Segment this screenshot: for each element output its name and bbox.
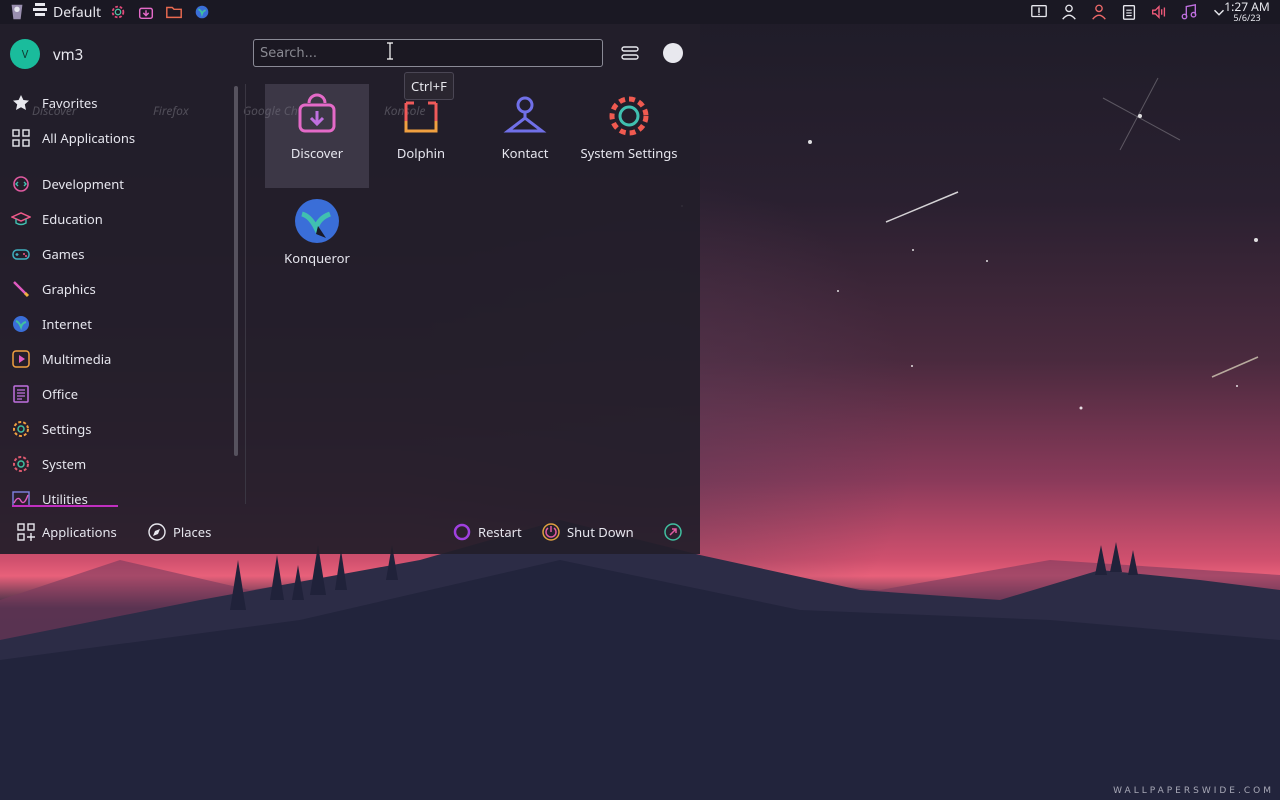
sidebar-item-settings[interactable]: Settings: [10, 416, 225, 442]
tab-applications-label: Applications: [42, 523, 117, 541]
selection-indicator: [12, 505, 118, 507]
username: vm3: [53, 45, 84, 65]
system-tray: [1028, 0, 1230, 24]
settings-gear-icon: [10, 418, 32, 440]
kontact-icon: [499, 90, 551, 142]
system-gear-icon: [10, 453, 32, 475]
konqueror-globe-icon[interactable]: [191, 1, 213, 23]
user-account-icon[interactable]: [1088, 1, 1110, 23]
kde-logo-icon[interactable]: [6, 1, 28, 23]
power-icon: [542, 523, 560, 541]
app-label: Dolphin: [396, 144, 446, 162]
sidebar-item-label: System: [42, 455, 87, 473]
sidebar-item-multimedia[interactable]: Multimedia: [10, 346, 225, 372]
multimedia-play-icon: [10, 348, 32, 370]
dolphin-folder-icon[interactable]: [163, 1, 185, 23]
wallpaper-watermark: WALLPAPERSWIDE.COM: [1113, 786, 1274, 796]
globe-icon: [10, 313, 32, 335]
sidebar-item-label: Multimedia: [42, 350, 112, 368]
sidebar-item-all-applications[interactable]: All Applications: [10, 125, 225, 151]
restart-label: Restart: [478, 523, 522, 541]
category-sidebar: Favorites All Applications Development E…: [0, 84, 230, 508]
shutdown-button[interactable]: Shut Down: [541, 520, 634, 544]
app-tile-kontact[interactable]: Kontact: [473, 84, 577, 162]
sidebar-scrollbar[interactable]: [234, 86, 238, 456]
sidebar-item-graphics[interactable]: Graphics: [10, 276, 225, 302]
avatar[interactable]: V: [10, 39, 40, 69]
app-tile-dolphin[interactable]: Dolphin: [369, 84, 473, 162]
restart-button[interactable]: Restart: [452, 520, 522, 544]
tab-places[interactable]: Places: [147, 520, 211, 544]
sidebar-item-label: All Applications: [42, 129, 136, 147]
app-tile-system-settings[interactable]: System Settings: [577, 84, 681, 162]
sidebar-item-label: Favorites: [42, 94, 98, 112]
app-tile-discover[interactable]: Discover: [265, 84, 369, 188]
app-label: Discover: [290, 144, 344, 162]
sidebar-item-development[interactable]: Development: [10, 171, 225, 197]
sidebar-item-favorites[interactable]: Favorites: [10, 90, 225, 116]
sidebar-item-system[interactable]: System: [10, 451, 225, 477]
sidebar-item-internet[interactable]: Internet: [10, 311, 225, 337]
sidebar-item-label: Education: [42, 210, 103, 228]
office-document-icon: [10, 383, 32, 405]
education-icon: [10, 208, 32, 230]
sidebar-divider: [245, 84, 246, 504]
app-label: System Settings: [580, 144, 678, 162]
filter-settings-icon[interactable]: [619, 42, 641, 64]
star-icon: [10, 92, 32, 114]
graphics-brush-icon: [10, 278, 32, 300]
activity-label: Default: [53, 2, 102, 22]
applications-grid-icon: [17, 523, 35, 541]
sidebar-item-label: Settings: [42, 420, 92, 438]
sidebar-item-education[interactable]: Education: [10, 206, 225, 232]
grid-icon: [10, 127, 32, 149]
media-player-icon[interactable]: [1178, 1, 1200, 23]
tab-applications[interactable]: Applications: [16, 520, 117, 544]
search-input[interactable]: [253, 39, 603, 67]
system-settings-icon: [603, 90, 655, 142]
dolphin-icon: [395, 90, 447, 142]
compass-icon: [148, 523, 166, 541]
application-launcher: Discover Firefox Google Ch Konsole V vm3…: [0, 24, 700, 554]
user-switcher-icon[interactable]: [1058, 1, 1080, 23]
app-label: Kontact: [501, 144, 549, 162]
discover-icon[interactable]: [135, 1, 157, 23]
activity-switcher-icon: [32, 2, 48, 23]
sidebar-item-label: Graphics: [42, 280, 96, 298]
pin-toggle-button[interactable]: [663, 43, 683, 63]
discover-icon: [291, 90, 343, 142]
sidebar-item-games[interactable]: Games: [10, 241, 225, 267]
system-settings-icon[interactable]: [107, 1, 129, 23]
notification-alert-icon[interactable]: [1028, 1, 1050, 23]
sidebar-item-utilities[interactable]: Utilities: [10, 486, 225, 512]
development-icon: [10, 173, 32, 195]
top-panel: Default 1:27 AM 5/6/23: [0, 0, 1280, 24]
sidebar-item-label: Development: [42, 175, 124, 193]
konqueror-icon: [291, 195, 343, 247]
leave-icon: [664, 523, 682, 541]
sidebar-item-label: Internet: [42, 315, 92, 333]
leave-menu-button[interactable]: [663, 520, 683, 544]
text-cursor-icon: [387, 42, 393, 60]
app-tile-konqueror[interactable]: Konqueror: [265, 189, 369, 267]
gamepad-icon: [10, 243, 32, 265]
clipboard-icon[interactable]: [1118, 1, 1140, 23]
app-label: Konqueror: [284, 249, 350, 267]
activity-switcher[interactable]: Default: [32, 2, 101, 23]
digital-clock[interactable]: 1:27 AM 5/6/23: [1224, 0, 1270, 24]
launcher-footer: Applications Places Restart Shut Down: [0, 512, 700, 552]
volume-muted-icon[interactable]: [1148, 1, 1170, 23]
tab-places-label: Places: [173, 523, 212, 541]
shutdown-label: Shut Down: [567, 523, 634, 541]
sidebar-item-label: Games: [42, 245, 85, 263]
sidebar-item-label: Office: [42, 385, 79, 403]
restart-icon: [453, 523, 471, 541]
sidebar-item-office[interactable]: Office: [10, 381, 225, 407]
